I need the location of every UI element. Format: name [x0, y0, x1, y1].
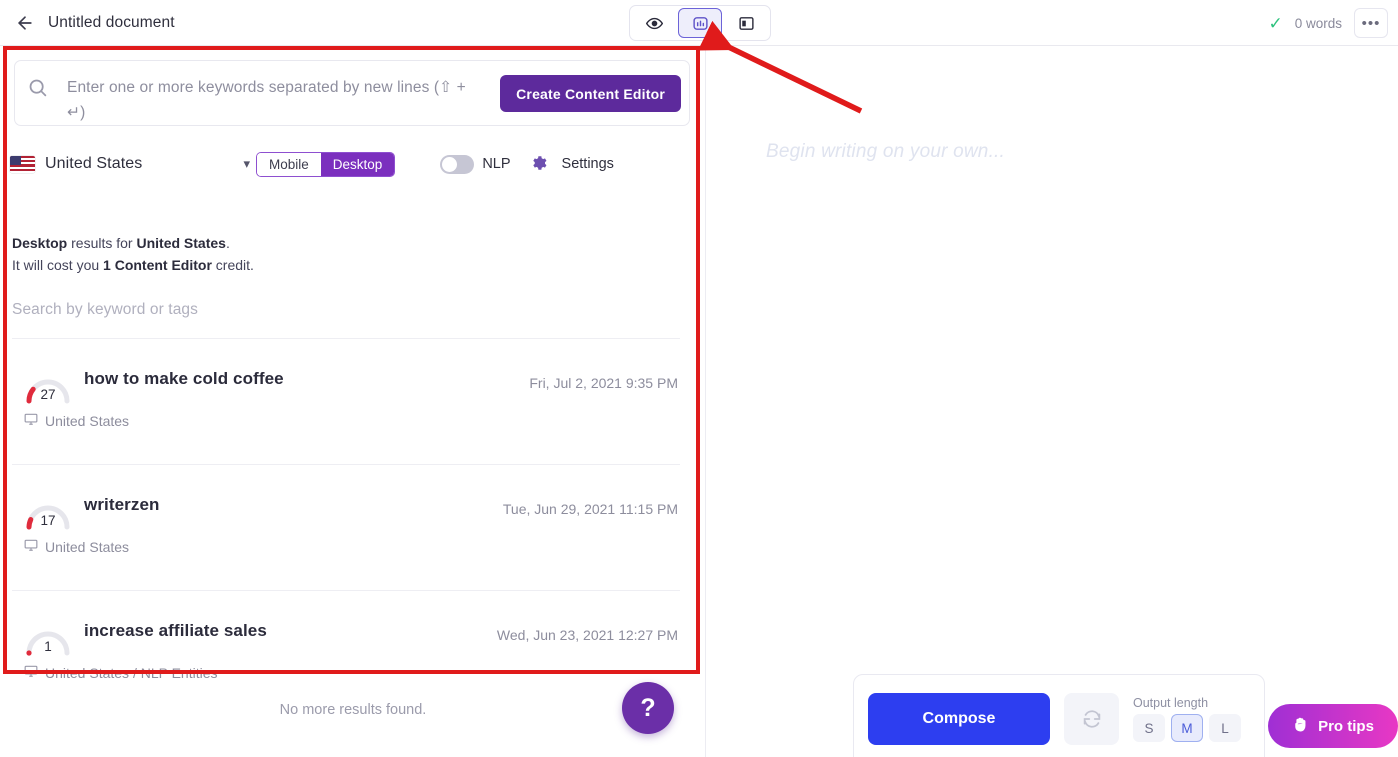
result-date: Wed, Jun 23, 2021 12:27 PM: [496, 627, 678, 643]
device-option-mobile[interactable]: Mobile: [257, 152, 321, 176]
score-value: 1: [44, 639, 52, 654]
table-row[interactable]: 1 increase affiliate sales Wed, Jun 23, …: [12, 590, 680, 716]
view-mode-switch: [629, 5, 771, 41]
output-length-l[interactable]: L: [1209, 714, 1241, 742]
pro-tips-button[interactable]: Pro tips: [1268, 704, 1398, 748]
results-info-line-1: Desktop results for United States.: [12, 232, 652, 254]
regenerate-button[interactable]: [1064, 693, 1119, 745]
tag-search-input[interactable]: Search by keyword or tags: [12, 301, 672, 333]
compose-toolbar: Compose Output length S M L: [853, 674, 1265, 757]
result-meta: United States: [24, 538, 129, 555]
desktop-icon: [24, 412, 38, 429]
score-gauge: 27: [22, 371, 74, 405]
table-row[interactable]: 17 writerzen Tue, Jun 29, 2021 11:15 PM …: [12, 464, 680, 590]
pro-tips-label: Pro tips: [1318, 717, 1374, 735]
compose-button[interactable]: Compose: [868, 693, 1050, 745]
output-length-m[interactable]: M: [1171, 714, 1203, 742]
info-device: Desktop: [12, 235, 68, 251]
content-editor-panel: Enter one or more keywords separated by …: [0, 46, 706, 757]
result-meta-label: United States: [45, 538, 130, 555]
credit-prefix: It will cost you: [12, 257, 104, 273]
chevron-down-icon: ▾: [243, 156, 250, 171]
output-length-group: Output length S M L: [1133, 696, 1241, 742]
search-icon: [27, 77, 48, 103]
results-list: 27 how to make cold coffee Fri, Jul 2, 2…: [12, 338, 680, 716]
results-info: Desktop results for United States. It wi…: [12, 232, 652, 276]
table-row[interactable]: 27 how to make cold coffee Fri, Jul 2, 2…: [12, 338, 680, 464]
result-date: Fri, Jul 2, 2021 9:35 PM: [529, 375, 678, 391]
more-options-button[interactable]: •••: [1354, 8, 1388, 38]
keyword-search-card: Enter one or more keywords separated by …: [14, 60, 690, 126]
desktop-icon: [24, 538, 38, 555]
country-selector[interactable]: United States ▾: [10, 155, 250, 173]
tab-preview[interactable]: [632, 8, 676, 38]
info-mid: results for: [67, 235, 137, 251]
keyword-search-input[interactable]: Enter one or more keywords separated by …: [67, 75, 487, 125]
hand-icon: [1292, 716, 1309, 737]
score-value: 17: [40, 513, 56, 528]
credit-amount: 1 Content Editor: [103, 257, 212, 273]
app-root: Untitled document ✓ 0 words ••• Enter on…: [0, 0, 1398, 757]
tab-layout[interactable]: [724, 8, 768, 38]
nlp-toggle[interactable]: [440, 154, 475, 174]
results-info-line-2: It will cost you 1 Content Editor credit…: [12, 254, 652, 276]
nlp-toggle-group: NLP Settings: [440, 154, 614, 175]
document-editor[interactable]: Begin writing on your own... Compose Out…: [707, 46, 1398, 757]
top-bar: Untitled document ✓ 0 words •••: [0, 0, 1398, 46]
editor-placeholder: Begin writing on your own...: [766, 141, 1005, 162]
controls-row: United States ▾ Mobile Desktop NLP Setti…: [10, 146, 700, 182]
output-length-s[interactable]: S: [1133, 714, 1165, 742]
info-period: .: [225, 235, 230, 251]
device-option-desktop[interactable]: Desktop: [320, 152, 395, 176]
device-segmented-control: Mobile Desktop: [256, 151, 396, 177]
nlp-label: NLP: [482, 156, 511, 172]
no-more-results-text: No more results found.: [279, 702, 427, 718]
word-count: 0 words: [1294, 15, 1342, 31]
help-button[interactable]: ?: [622, 682, 674, 734]
result-meta: United States / NLP Entities: [24, 664, 218, 681]
output-length-label: Output length: [1133, 696, 1209, 710]
score-value: 27: [40, 387, 56, 402]
result-title[interactable]: writerzen: [84, 495, 160, 515]
info-country: United States: [136, 235, 226, 251]
country-label: United States: [45, 155, 143, 172]
back-button[interactable]: [8, 6, 42, 40]
settings-label[interactable]: Settings: [562, 156, 614, 172]
tab-content-editor[interactable]: [678, 8, 722, 38]
result-meta: United States: [24, 412, 129, 429]
score-gauge: 17: [22, 497, 74, 531]
credit-suffix: credit.: [211, 257, 254, 273]
desktop-icon: [24, 664, 38, 681]
top-bar-right: ✓ 0 words •••: [1268, 0, 1388, 46]
question-mark-icon: ?: [640, 693, 656, 722]
result-title[interactable]: how to make cold coffee: [84, 369, 284, 389]
create-content-editor-button[interactable]: Create Content Editor: [500, 75, 681, 112]
gear-icon[interactable]: [529, 154, 547, 175]
us-flag-icon: [10, 155, 35, 173]
page-title: Untitled document: [48, 13, 175, 31]
result-meta-label: United States / NLP Entities: [45, 664, 218, 681]
result-title[interactable]: increase affiliate sales: [84, 621, 267, 641]
result-meta-label: United States: [45, 412, 130, 429]
check-icon: ✓: [1268, 13, 1283, 33]
result-date: Tue, Jun 29, 2021 11:15 PM: [502, 501, 678, 517]
score-gauge: 1: [22, 623, 74, 657]
